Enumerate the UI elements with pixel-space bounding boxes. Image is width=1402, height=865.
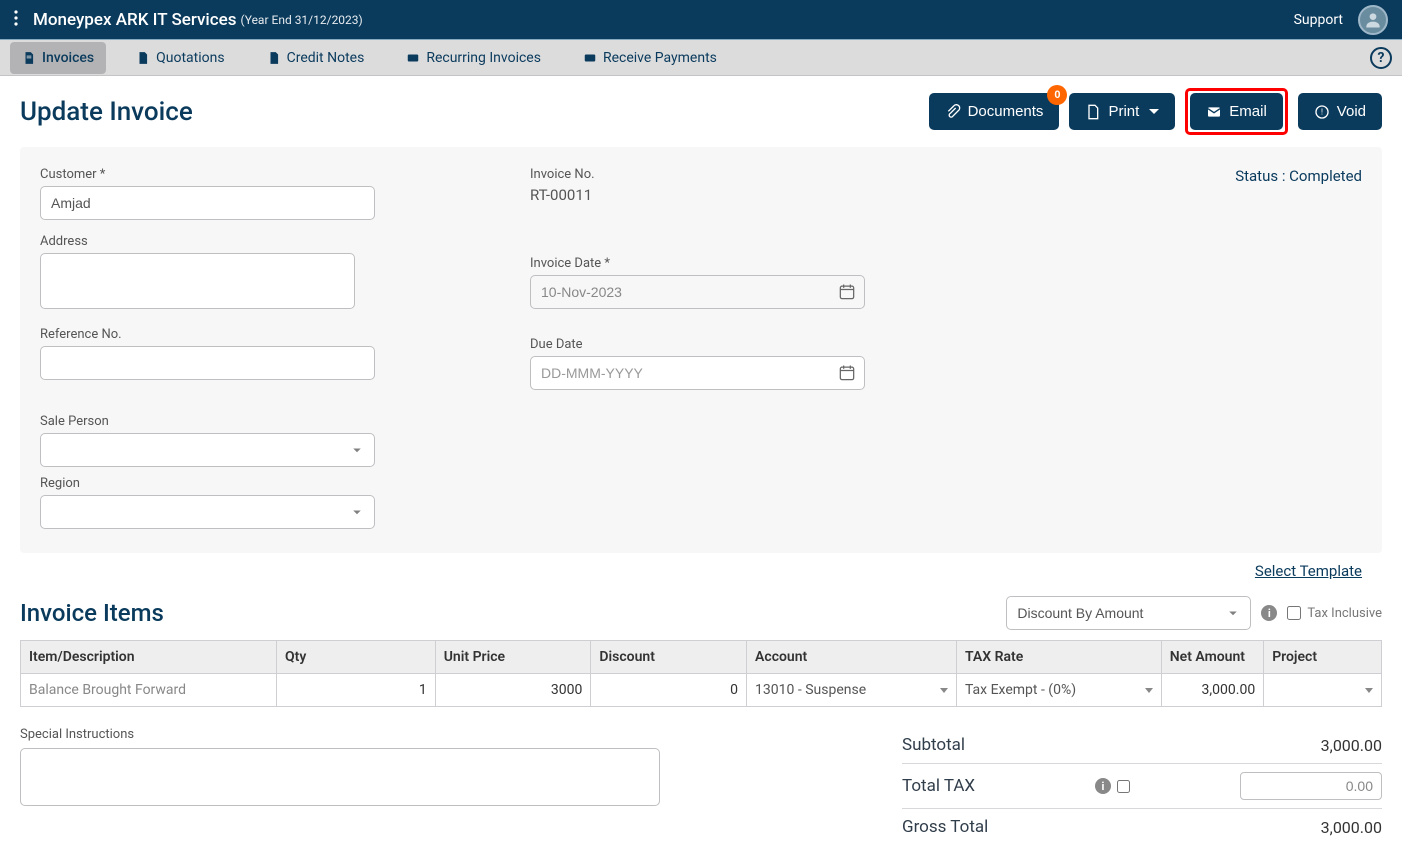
svg-text:!: ! bbox=[1321, 107, 1323, 116]
table-row: Balance Brought Forward 1 3000 0 13010 -… bbox=[21, 674, 1382, 707]
info-icon[interactable]: i bbox=[1261, 605, 1277, 621]
col-net-amount: Net Amount bbox=[1161, 641, 1263, 674]
menu-dots-icon[interactable] bbox=[14, 10, 18, 30]
region-label: Region bbox=[40, 476, 490, 491]
cell-unit-price[interactable]: 3000 bbox=[435, 674, 591, 707]
col-account: Account bbox=[747, 641, 957, 674]
invoice-no-label: Invoice No. bbox=[530, 167, 980, 182]
info-icon[interactable]: i bbox=[1095, 778, 1111, 794]
special-instructions-textarea[interactable] bbox=[20, 748, 660, 806]
special-instructions-label: Special Instructions bbox=[20, 727, 660, 742]
invoice-date-label: Invoice Date * bbox=[530, 256, 980, 271]
cell-net-amount: 3,000.00 bbox=[1161, 674, 1263, 707]
email-highlight-annotation: Email bbox=[1185, 88, 1288, 135]
gross-total-label: Gross Total bbox=[902, 817, 1321, 837]
customer-input[interactable] bbox=[40, 186, 375, 220]
reference-label: Reference No. bbox=[40, 327, 490, 342]
sale-person-select[interactable] bbox=[40, 433, 375, 467]
print-button[interactable]: Print bbox=[1069, 93, 1175, 130]
void-icon: ! bbox=[1314, 104, 1330, 120]
tab-recurring-invoices[interactable]: Recurring Invoices bbox=[394, 42, 553, 74]
company-name: Moneypex ARK IT Services bbox=[33, 10, 237, 30]
tab-quotations[interactable]: Quotations bbox=[124, 42, 236, 74]
invoice-items-title: Invoice Items bbox=[20, 599, 164, 627]
quotation-icon bbox=[136, 51, 150, 65]
col-tax-rate: TAX Rate bbox=[956, 641, 1161, 674]
totals: Subtotal 3,000.00 Total TAX i Gross Tota… bbox=[902, 727, 1382, 845]
nav-tabs: Invoices Quotations Credit Notes Recurri… bbox=[0, 40, 1402, 76]
paperclip-icon bbox=[945, 104, 961, 120]
tax-inclusive-checkbox[interactable]: Tax Inclusive bbox=[1287, 606, 1382, 621]
caret-down-icon bbox=[1149, 109, 1159, 114]
tab-invoices[interactable]: Invoices bbox=[10, 42, 106, 74]
chevron-down-icon bbox=[940, 688, 948, 693]
cell-discount[interactable]: 0 bbox=[591, 674, 747, 707]
select-template-link[interactable]: Select Template bbox=[1255, 562, 1362, 580]
subtotal-label: Subtotal bbox=[902, 735, 1321, 755]
invoice-icon bbox=[22, 51, 36, 65]
address-textarea[interactable] bbox=[40, 253, 355, 309]
cell-account[interactable]: 13010 - Suspense bbox=[747, 674, 957, 707]
company-year: (Year End 31/12/2023) bbox=[241, 13, 363, 27]
void-button[interactable]: ! Void bbox=[1298, 93, 1382, 130]
due-date-input[interactable] bbox=[530, 356, 865, 390]
col-unit-price: Unit Price bbox=[435, 641, 591, 674]
invoice-date-input[interactable] bbox=[530, 275, 865, 309]
total-tax-checkbox[interactable] bbox=[1117, 780, 1130, 793]
user-avatar-icon[interactable] bbox=[1358, 5, 1388, 35]
col-item: Item/Description bbox=[21, 641, 277, 674]
reference-input[interactable] bbox=[40, 346, 375, 380]
receive-payments-icon bbox=[583, 51, 597, 65]
discount-mode-select[interactable]: Discount By Amount bbox=[1006, 596, 1251, 630]
tab-receive-payments[interactable]: Receive Payments bbox=[571, 42, 729, 74]
status-label: Status : Completed bbox=[1235, 167, 1362, 543]
documents-button[interactable]: Documents 0 bbox=[929, 93, 1060, 130]
top-header: Moneypex ARK IT Services (Year End 31/12… bbox=[0, 0, 1402, 40]
support-link[interactable]: Support bbox=[1294, 12, 1343, 28]
page-header: Update Invoice Documents 0 Print Email ! bbox=[20, 88, 1382, 135]
documents-badge: 0 bbox=[1047, 85, 1067, 105]
sale-person-label: Sale Person bbox=[40, 414, 490, 429]
file-icon bbox=[1085, 104, 1101, 120]
region-select[interactable] bbox=[40, 495, 375, 529]
address-label: Address bbox=[40, 234, 490, 249]
cell-tax-rate[interactable]: Tax Exempt - (0%) bbox=[956, 674, 1161, 707]
chevron-down-icon bbox=[1145, 688, 1153, 693]
cell-qty[interactable]: 1 bbox=[277, 674, 436, 707]
due-date-label: Due Date bbox=[530, 337, 980, 352]
cell-item[interactable]: Balance Brought Forward bbox=[21, 674, 277, 707]
help-icon[interactable]: ? bbox=[1370, 47, 1392, 69]
credit-note-icon bbox=[267, 51, 281, 65]
subtotal-value: 3,000.00 bbox=[1321, 736, 1382, 755]
select-template-wrap: Select Template bbox=[20, 553, 1382, 582]
col-project: Project bbox=[1264, 641, 1382, 674]
page-title: Update Invoice bbox=[20, 97, 193, 127]
email-icon bbox=[1206, 104, 1222, 120]
total-tax-input[interactable] bbox=[1240, 772, 1382, 800]
items-table: Item/Description Qty Unit Price Discount… bbox=[20, 640, 1382, 707]
invoice-no-value: RT-00011 bbox=[530, 186, 980, 204]
col-discount: Discount bbox=[591, 641, 747, 674]
calendar-icon bbox=[837, 282, 857, 302]
gross-total-value: 3,000.00 bbox=[1321, 818, 1382, 837]
email-button[interactable]: Email bbox=[1190, 93, 1283, 130]
customer-label: Customer * bbox=[40, 167, 490, 182]
chevron-down-icon bbox=[1365, 688, 1373, 693]
cell-project[interactable] bbox=[1264, 674, 1382, 707]
tab-credit-notes[interactable]: Credit Notes bbox=[255, 42, 377, 74]
form-area: Customer * Address Reference No. Sale Pe… bbox=[20, 147, 1382, 553]
recurring-icon bbox=[406, 51, 420, 65]
total-tax-label: Total TAX bbox=[902, 776, 1095, 796]
calendar-icon bbox=[837, 363, 857, 383]
col-qty: Qty bbox=[277, 641, 436, 674]
